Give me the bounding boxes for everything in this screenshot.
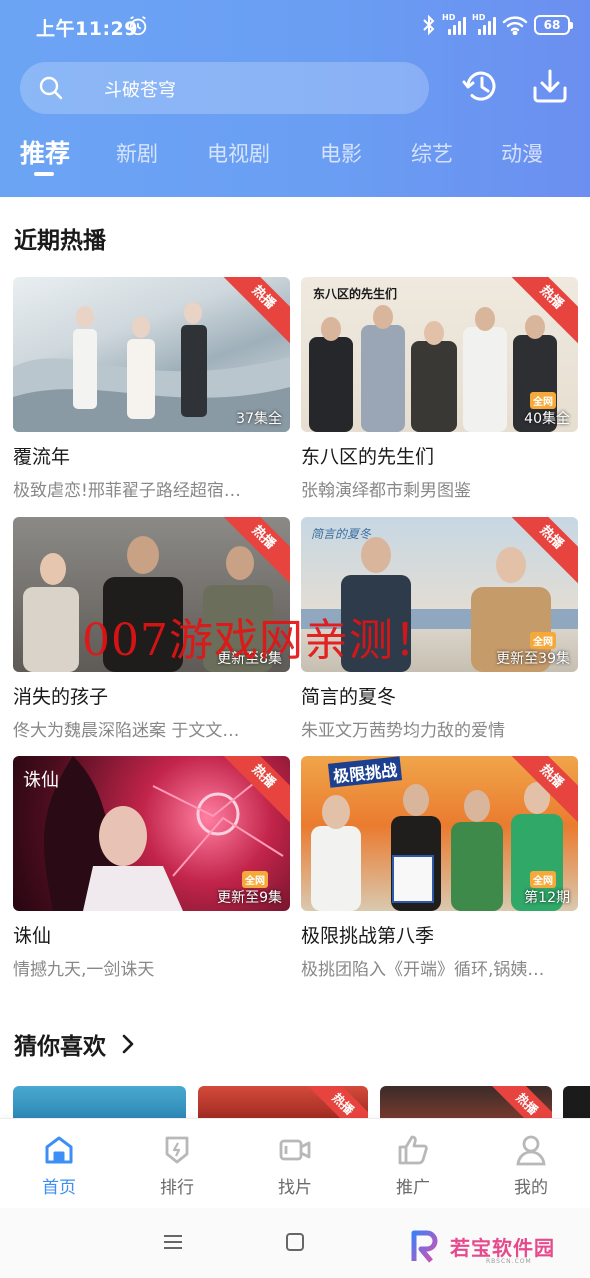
video-thumbnail[interactable]: 东八区的先生们 热播 全网 40集全 <box>301 277 578 432</box>
episode-count: 第12期 <box>524 890 570 906</box>
video-title: 覆流年 <box>13 446 71 468</box>
quanwang-badge: 全网 <box>530 392 556 409</box>
category-tabs: 推荐 新剧 电视剧 电影 综艺 动漫 <box>0 132 590 182</box>
brand-logo: 若宝软件园 RBSCN.COM <box>408 1226 555 1266</box>
video-card[interactable]: 诛仙 热播 全网 更新至9集 诛仙 情撼九天,一剑诛天 <box>13 756 290 980</box>
user-icon <box>516 1135 546 1166</box>
video-card[interactable]: 东八区的先生们 热播 全网 40集全 东八区的先生们 张翰演绎都市剩男图鉴 <box>301 277 578 501</box>
tab-recommend[interactable]: 推荐 <box>20 134 70 170</box>
status-bar: 上午11:29 HD HD 68 <box>0 0 590 54</box>
tab-variety[interactable]: 综艺 <box>411 138 453 168</box>
nav-label: 找片 <box>278 1178 312 1198</box>
nav-label: 首页 <box>42 1178 76 1198</box>
system-navigation-bar: 若宝软件园 RBSCN.COM <box>0 1208 590 1278</box>
quanwang-badge: 全网 <box>242 871 268 888</box>
search-icon <box>39 76 63 100</box>
video-title: 简言的夏冬 <box>301 686 397 708</box>
video-thumbnail[interactable]: 热播 37集全 <box>13 277 290 432</box>
guess-thumbnail[interactable] <box>13 1086 186 1120</box>
ranking-icon <box>165 1136 189 1164</box>
guess-carousel[interactable]: 热播 热播 <box>0 1086 590 1120</box>
episode-count: 40集全 <box>524 411 570 427</box>
nav-home[interactable]: 首页 <box>19 1133 99 1198</box>
episode-count: 更新至39集 <box>496 651 570 667</box>
watermark-text: 007游戏网亲测！ <box>82 615 439 666</box>
quanwang-badge: 全网 <box>530 871 556 888</box>
battery-icon: 68 <box>534 15 573 35</box>
section-title-guess[interactable]: 猜你喜欢 <box>14 1027 138 1061</box>
bottom-navigation: 首页 排行 找片 推广 我的 <box>0 1118 590 1208</box>
tab-active-indicator <box>34 172 54 176</box>
video-description: 佟大为魏晨深陷迷案 于文文… <box>13 721 240 741</box>
hot-badge: 热播 <box>479 1086 552 1120</box>
section-title-guess-label: 猜你喜欢 <box>14 1034 106 1060</box>
wifi-icon <box>502 16 528 35</box>
nav-profile[interactable]: 我的 <box>491 1133 571 1198</box>
video-card[interactable]: 热播 37集全 覆流年 极致虐恋!邢菲翟子路经超宿… <box>13 277 290 501</box>
guess-thumbnail[interactable] <box>563 1086 590 1120</box>
nav-ranking[interactable]: 排行 <box>137 1133 217 1198</box>
chevron-right-icon <box>122 1034 134 1054</box>
signal-icon-1: HD <box>442 13 466 35</box>
video-card[interactable]: 极限挑战 热播 全网 第12期 极限挑战第八季 极挑团陷入《开端》循环,锅姨… <box>301 756 578 980</box>
app-header: 上午11:29 HD HD 68 斗破苍穹 推荐 新剧 电视剧 电影 综艺 动漫 <box>0 0 590 197</box>
video-description: 极挑团陷入《开端》循环,锅姨… <box>301 960 545 980</box>
brand-r-icon <box>411 1230 438 1263</box>
video-title: 消失的孩子 <box>13 686 109 708</box>
quanwang-badge: 全网 <box>530 632 556 649</box>
search-bar[interactable]: 斗破苍穹 <box>20 62 429 114</box>
tab-tv-series[interactable]: 电视剧 <box>207 138 270 168</box>
video-thumbnail[interactable]: 极限挑战 热播 全网 第12期 <box>301 756 578 911</box>
guess-thumbnail[interactable]: 热播 <box>380 1086 552 1120</box>
download-icon[interactable] <box>530 66 570 106</box>
nav-promote[interactable]: 推广 <box>373 1133 453 1198</box>
poster-title: 简言的夏冬 <box>311 527 372 541</box>
video-title: 极限挑战第八季 <box>301 925 435 947</box>
brand-name: 若宝软件园 <box>450 1235 555 1260</box>
poster-title: 诛仙 <box>23 770 59 791</box>
video-description: 极致虐恋!邢菲翟子路经超宿… <box>13 481 241 501</box>
section-title-recent: 近期热播 <box>14 228 106 254</box>
nav-discover[interactable]: 找片 <box>255 1133 335 1198</box>
signal-icon-2: HD <box>472 13 496 35</box>
brand-subtitle: RBSCN.COM <box>486 1258 532 1265</box>
episode-count: 37集全 <box>236 411 282 427</box>
video-description: 张翰演绎都市剩男图鉴 <box>301 481 471 501</box>
home-button-icon[interactable] <box>286 1233 304 1251</box>
nav-label: 排行 <box>160 1178 194 1198</box>
tab-anime[interactable]: 动漫 <box>501 138 543 168</box>
video-camera-icon <box>279 1139 311 1161</box>
status-time: 上午11:29 <box>36 18 138 40</box>
poster-title: 东八区的先生们 <box>313 287 398 301</box>
video-title: 东八区的先生们 <box>301 446 435 468</box>
guess-thumbnail[interactable]: 热播 <box>198 1086 368 1120</box>
nav-label: 推广 <box>396 1178 430 1198</box>
tab-movie[interactable]: 电影 <box>320 138 362 168</box>
hot-badge: 热播 <box>295 1086 368 1120</box>
video-description: 朱亚文万茜势均力敌的爱情 <box>301 721 505 741</box>
video-title: 诛仙 <box>13 925 52 947</box>
thumbs-up-icon <box>398 1135 428 1165</box>
bluetooth-icon <box>423 14 435 36</box>
app-screen: { "status_bar": { "time": "上午11:29", "ba… <box>0 0 590 1278</box>
episode-count: 更新至9集 <box>217 890 282 906</box>
video-description: 情撼九天,一剑诛天 <box>13 960 155 980</box>
home-icon <box>45 1136 73 1164</box>
search-placeholder: 斗破苍穹 <box>104 80 176 101</box>
video-thumbnail[interactable]: 诛仙 热播 全网 更新至9集 <box>13 756 290 911</box>
nav-label: 我的 <box>514 1178 548 1198</box>
menu-icon[interactable] <box>164 1234 182 1250</box>
tab-new-drama[interactable]: 新剧 <box>116 138 158 168</box>
status-right-icons: HD HD 68 <box>422 13 573 36</box>
history-icon[interactable] <box>460 66 500 106</box>
alarm-icon <box>129 16 147 36</box>
